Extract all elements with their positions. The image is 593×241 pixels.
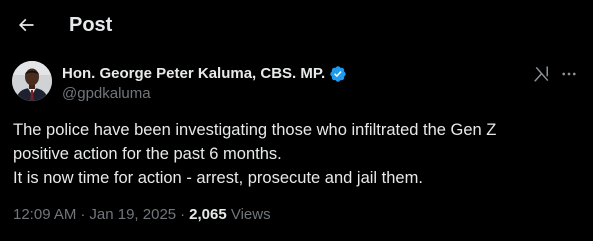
- tweet-line: The police have been investigating those…: [13, 121, 497, 139]
- avatar-photo: [12, 61, 52, 101]
- tweet-text: The police have been investigating those…: [13, 118, 583, 190]
- author-name-text: Hon. George Peter Kaluma, CBS. MP.: [62, 65, 326, 82]
- meta-separator: ·: [180, 206, 186, 223]
- tweet-time-link[interactable]: 12:09 AM · Jan 19, 2025: [13, 206, 176, 223]
- tweet-line: It is now time for action - arrest, pros…: [13, 169, 423, 187]
- more-button[interactable]: [558, 63, 580, 85]
- page-title: Post: [69, 14, 113, 36]
- views-count: 2,065: [189, 206, 227, 223]
- more-horizontal-icon: [562, 72, 576, 76]
- author-name[interactable]: Hon. George Peter Kaluma, CBS. MP.: [62, 64, 347, 83]
- verified-badge-icon[interactable]: [329, 65, 347, 83]
- back-button[interactable]: [10, 9, 42, 41]
- views-label: Views: [230, 206, 271, 223]
- tweet-time: 12:09 AM: [13, 206, 77, 223]
- avatar[interactable]: [12, 61, 52, 101]
- meta-separator: ·: [80, 206, 86, 223]
- tweet-line: positive action for the past 6 months.: [13, 145, 282, 163]
- grok-button[interactable]: [531, 63, 553, 85]
- grok-icon: [534, 66, 549, 82]
- author-handle[interactable]: @gpdkaluma: [62, 85, 151, 103]
- arrow-left-icon: [18, 18, 34, 32]
- tweet-meta: 12:09 AM · Jan 19, 2025 · 2,065 Views: [13, 205, 271, 225]
- top-bar: Post: [0, 0, 593, 50]
- tweet-date: Jan 19, 2025: [89, 206, 177, 223]
